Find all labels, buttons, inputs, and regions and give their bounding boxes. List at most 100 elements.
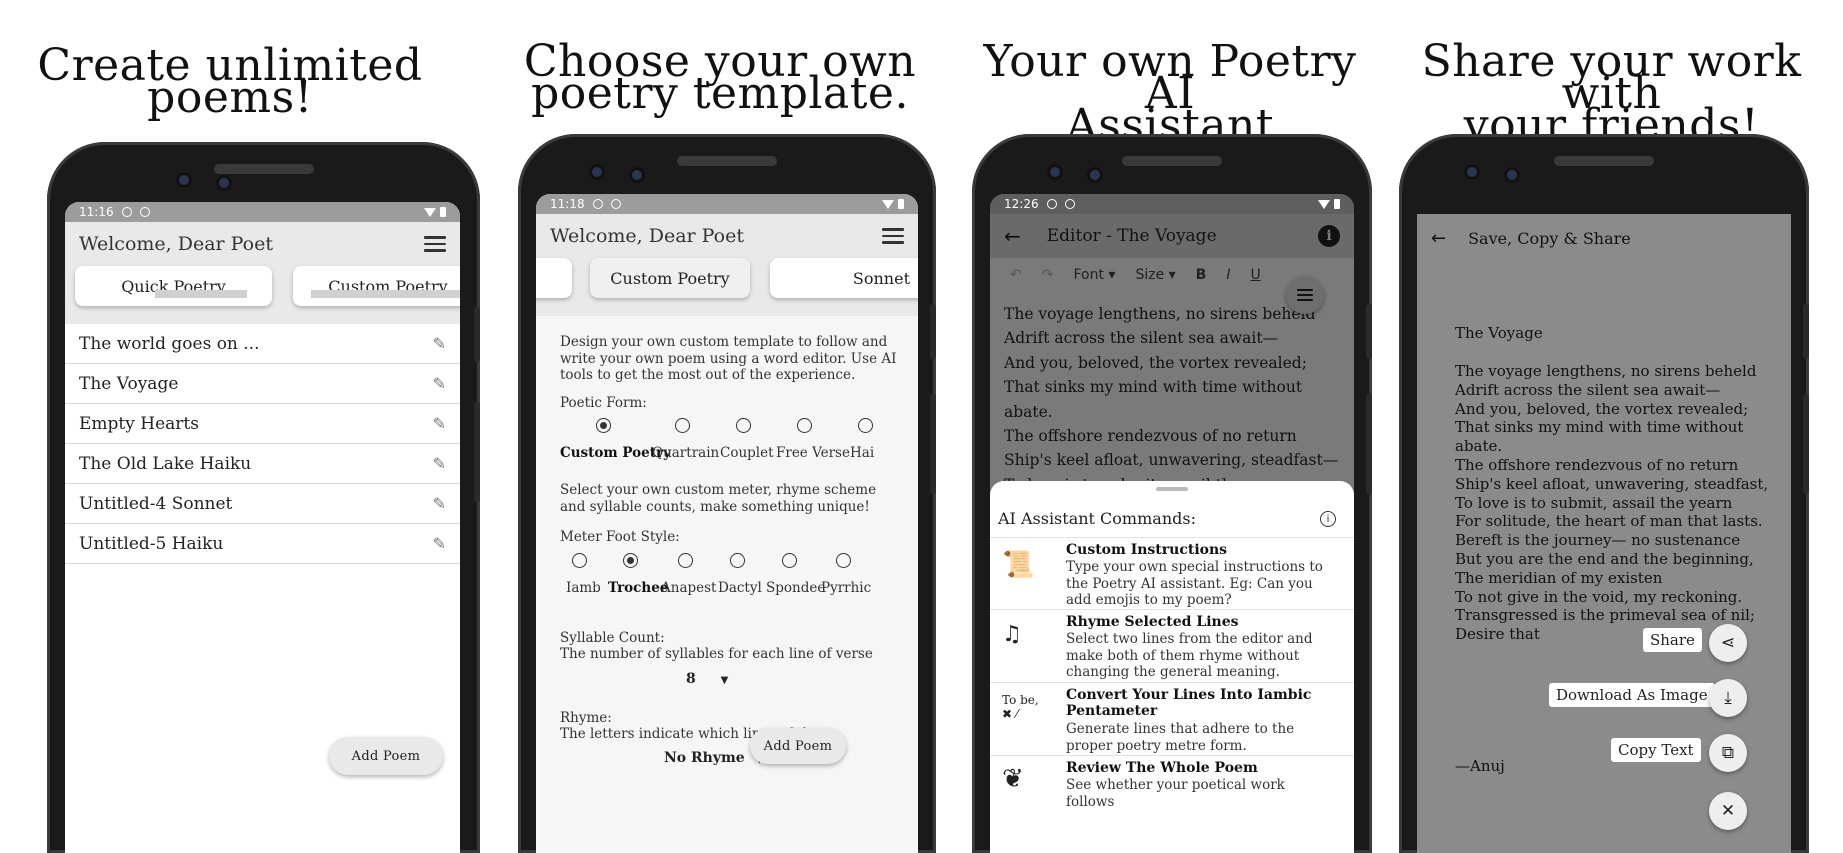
poem-item[interactable]: The Old Lake Haiku ✎: [65, 444, 460, 484]
app-bar: Welcome, Dear Poet: [65, 222, 460, 266]
syllable-label: Syllable Count:: [560, 630, 665, 646]
share-icon: ⋖: [1720, 633, 1736, 653]
poem-item[interactable]: Empty Hearts ✎: [65, 404, 460, 444]
editor-title: Editor - The Voyage: [1046, 226, 1217, 246]
camera: [632, 170, 642, 180]
drag-handle[interactable]: [1156, 487, 1188, 491]
close-button[interactable]: ✕: [1709, 792, 1747, 830]
status-bar: 12:26: [990, 194, 1354, 214]
radio-pyrrhic[interactable]: [836, 553, 851, 568]
headline: Choose your own poetry template.: [523, 36, 917, 119]
command-custom-instructions[interactable]: 📜 Custom Instructions Type your own spec…: [990, 537, 1354, 610]
share-button[interactable]: ⋖: [1709, 624, 1747, 662]
tab-custom-poetry[interactable]: Custom Poetry: [293, 266, 460, 306]
radio-custom-poetry[interactable]: [596, 418, 611, 433]
wifi-icon: [882, 199, 894, 209]
app-bar: Welcome, Dear Poet: [536, 214, 918, 258]
radio-haiku[interactable]: [858, 418, 873, 433]
menu-icon: [1297, 286, 1313, 304]
tab-quick-poetry[interactable]: Quick Poetry: [75, 266, 272, 306]
radio-dactyl[interactable]: [730, 553, 745, 568]
tab-sonnet[interactable]: Sonnet: [770, 258, 918, 298]
poem-item[interactable]: The world goes on ... ✎: [65, 324, 460, 364]
headline: Create unlimited poems!: [37, 40, 423, 123]
radio-trochee[interactable]: [623, 553, 638, 568]
form-label: Couplet: [720, 445, 774, 461]
copy-button[interactable]: ⧉: [1709, 734, 1747, 772]
status-bar: 11:18: [536, 194, 918, 214]
poem-item[interactable]: The Voyage ✎: [65, 364, 460, 404]
command-review-poem[interactable]: ❦ Review The Whole Poem See whether your…: [990, 756, 1354, 816]
syllable-desc: The number of syllables for each line of…: [560, 646, 873, 662]
command-iambic-pentameter[interactable]: To be, ✖ ⁄ Convert Your Lines Into Iambic…: [990, 683, 1354, 756]
tab-partial[interactable]: [536, 258, 572, 298]
form-label: Free Verse: [776, 445, 850, 461]
panel-choose-template: Choose your own poetry template. 11:18 W…: [480, 0, 960, 853]
camera: [1050, 167, 1060, 177]
size-dropdown[interactable]: Size ▾: [1135, 267, 1175, 283]
menu-fab[interactable]: [1286, 276, 1324, 314]
download-label: Download As Image: [1549, 683, 1715, 707]
add-poem-button[interactable]: Add Poem: [329, 737, 443, 775]
app-bar: ← Save, Copy & Share: [1417, 214, 1791, 262]
battery-icon: [1334, 199, 1340, 209]
phone-frame: ← Save, Copy & Share The Voyage The voya…: [1399, 134, 1809, 853]
underline-button[interactable]: U: [1250, 267, 1260, 283]
meter-label-item: Trochee: [608, 580, 669, 596]
welcome-title: Welcome, Dear Poet: [79, 233, 273, 255]
back-arrow-icon[interactable]: ←: [1004, 224, 1021, 248]
headline: Your own Poetry AI Assistant: [983, 36, 1357, 151]
radio-free-verse[interactable]: [797, 418, 812, 433]
radio-spondee[interactable]: [782, 553, 797, 568]
poem-item[interactable]: Untitled-4 Sonnet ✎: [65, 484, 460, 524]
meter-label-item: Anapest: [661, 580, 717, 596]
status-bar: 11:16: [65, 202, 460, 222]
edit-pencil-icon[interactable]: ✎: [433, 334, 446, 353]
to-be-icon: To be, ✖ ⁄: [1002, 693, 1039, 721]
poem-title: The Voyage: [1455, 324, 1543, 342]
sheet-title: AI Assistant Commands:: [998, 509, 1196, 528]
edit-pencil-icon[interactable]: ✎: [433, 414, 446, 433]
italic-button[interactable]: I: [1226, 267, 1230, 283]
tab-custom-poetry[interactable]: Custom Poetry: [590, 258, 750, 298]
editor-text[interactable]: The voyage lengthens, no sirens beheld A…: [990, 292, 1354, 497]
rhyme-label: Rhyme:: [560, 710, 612, 726]
phone-frame: 11:18 Welcome, Dear Poet Custom Poetry S…: [518, 134, 936, 853]
tab-strip: Custom Poetry Sonnet: [536, 258, 918, 316]
download-icon: ⤓: [1724, 688, 1732, 708]
radio-couplet[interactable]: [736, 418, 751, 433]
edit-pencil-icon[interactable]: ✎: [433, 374, 446, 393]
edit-pencil-icon[interactable]: ✎: [433, 534, 446, 553]
add-poem-button[interactable]: Add Poem: [750, 728, 846, 764]
meter-label-item: Pyrrhic: [821, 580, 872, 596]
undo-icon[interactable]: ↶: [1010, 267, 1022, 283]
rhyme-select[interactable]: No Rhyme ▼: [664, 750, 763, 766]
camera: [219, 178, 229, 188]
laurel-icon: ❦: [1002, 764, 1024, 794]
menu-icon[interactable]: [882, 224, 904, 248]
poem-item[interactable]: Untitled-5 Haiku ✎: [65, 524, 460, 564]
bold-button[interactable]: B: [1196, 267, 1207, 283]
radio-anapest[interactable]: [678, 553, 693, 568]
camera: [179, 175, 189, 185]
form-label: Quartrain: [652, 445, 720, 461]
panel-create-poems: Create unlimited poems! 11:16 Welcome, D…: [0, 0, 480, 853]
poem-list: The world goes on ... ✎ The Voyage ✎ Empty…: [65, 324, 460, 564]
radio-quartrain[interactable]: [675, 418, 690, 433]
font-dropdown[interactable]: Font ▾: [1073, 267, 1115, 283]
syllable-select[interactable]: 8 ▼: [686, 671, 728, 687]
command-rhyme-selected[interactable]: ♫ Rhyme Selected Lines Select two lines …: [990, 610, 1354, 683]
info-icon[interactable]: i: [1320, 511, 1336, 527]
battery-icon: [440, 207, 446, 217]
info-icon[interactable]: i: [1318, 225, 1340, 247]
back-arrow-icon[interactable]: ←: [1431, 228, 1446, 249]
edit-pencil-icon[interactable]: ✎: [433, 454, 446, 473]
poetic-form-label: Poetic Form:: [560, 395, 647, 411]
rhyme-icon: ♫: [1002, 622, 1022, 647]
download-button[interactable]: ⤓: [1709, 679, 1747, 717]
menu-icon[interactable]: [424, 232, 446, 256]
app-bar: ← Editor - The Voyage i: [990, 214, 1354, 258]
edit-pencil-icon[interactable]: ✎: [433, 494, 446, 513]
redo-icon[interactable]: ↷: [1042, 267, 1054, 283]
radio-iamb[interactable]: [572, 553, 587, 568]
